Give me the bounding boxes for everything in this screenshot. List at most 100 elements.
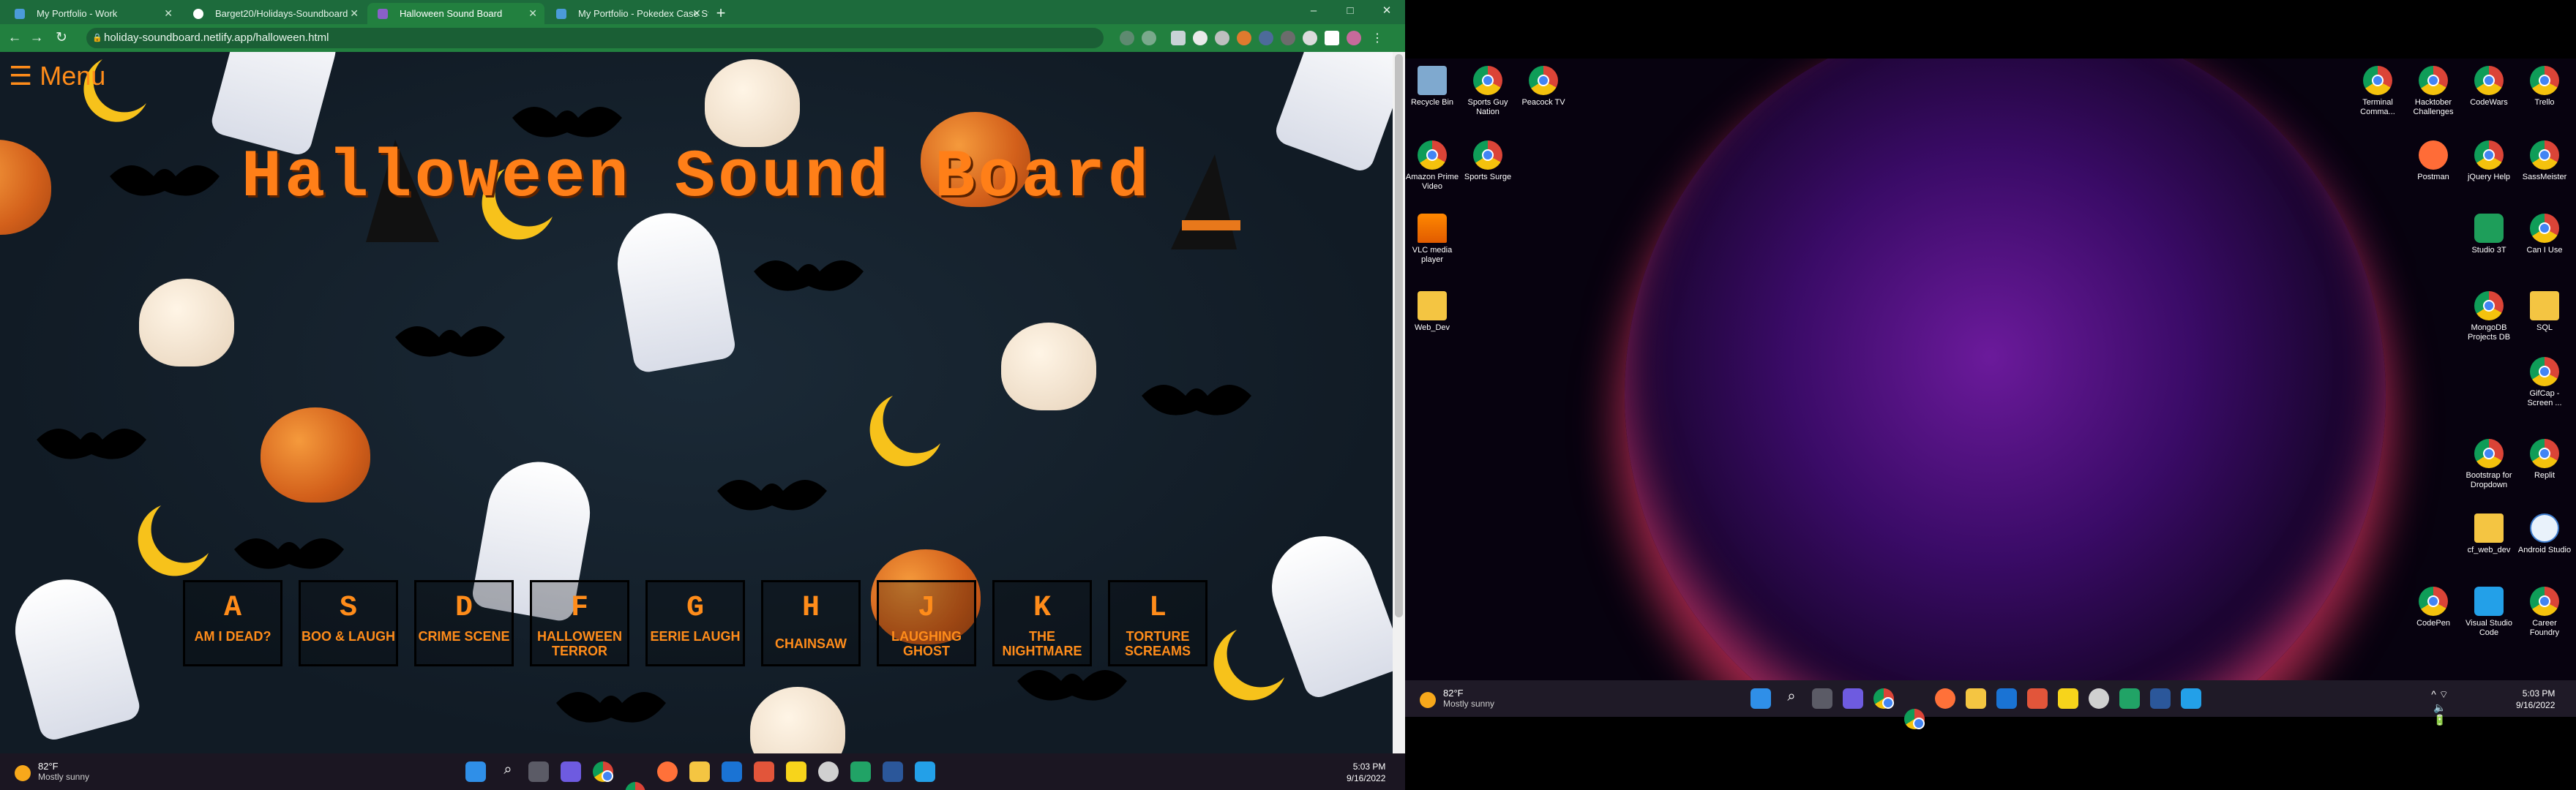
extension-icon[interactable]: [1215, 31, 1229, 45]
key-f-halloween-terror[interactable]: F Halloween Terror: [530, 580, 629, 666]
reload-icon[interactable]: ↻: [51, 28, 72, 48]
excel-icon[interactable]: [2119, 688, 2140, 709]
key-l-torture-screams[interactable]: L Torture Screams: [1108, 580, 1208, 666]
windows-start-icon[interactable]: [465, 761, 486, 782]
extension-icon[interactable]: [1259, 31, 1273, 45]
key-h-chainsaw[interactable]: H Chainsaw: [761, 580, 861, 666]
desktop-icon-web-dev[interactable]: Web_Dev: [1405, 291, 1459, 333]
desktop-icon-sports-surge[interactable]: Sports Surge: [1461, 140, 1515, 182]
task-view-icon[interactable]: [1812, 688, 1832, 709]
minimize-button[interactable]: –: [1295, 0, 1332, 24]
desktop-icon-replit[interactable]: Replit: [2517, 439, 2572, 481]
chrome-icon[interactable]: [1904, 709, 1925, 729]
extension-icon[interactable]: [1281, 31, 1295, 45]
scrollbar-thumb[interactable]: [1395, 54, 1403, 617]
system-clock[interactable]: 5:03 PM 9/16/2022: [1347, 761, 1385, 784]
desktop-icon-can-i-use[interactable]: Can I Use: [2517, 214, 2572, 255]
firefox-icon[interactable]: [657, 761, 678, 782]
search-icon[interactable]: ⌕: [498, 761, 518, 782]
tab-halloween-sound-board[interactable]: Halloween Sound Board ✕: [367, 3, 544, 24]
close-tab-icon[interactable]: ✕: [528, 3, 537, 24]
vscode-icon[interactable]: [915, 761, 935, 782]
desktop-icon-mongodb-projects-db[interactable]: MongoDB Projects DB: [2462, 291, 2516, 342]
desktop-icon-jquery-help[interactable]: jQuery Help: [2462, 140, 2516, 182]
key-k-the-nightmare[interactable]: K The Nightmare: [992, 580, 1092, 666]
desktop-icon-amazon-prime-video[interactable]: Amazon Prime Video: [1405, 140, 1459, 192]
windows-start-icon[interactable]: [1751, 688, 1771, 709]
tab-my-portfolio-work[interactable]: My Portfolio - Work ✕: [4, 3, 180, 24]
extension-icon[interactable]: [1171, 31, 1186, 45]
maximize-button[interactable]: □: [1332, 0, 1368, 24]
system-tray-icons[interactable]: ^ ⌔ 🔈 🔋: [2430, 688, 2450, 726]
desktop-icon-terminal-commands[interactable]: Recycle Bin Terminal Comma...: [2351, 66, 2405, 117]
key-s-boo-laugh[interactable]: S BOO & Laugh: [299, 580, 398, 666]
tab-github-repo[interactable]: Barget20/Holidays-Soundboard ✕: [183, 3, 366, 24]
desktop-icon-gifcap[interactable]: GifCap - Screen ...: [2517, 357, 2572, 408]
forward-arrow-icon[interactable]: →: [26, 28, 47, 48]
mail-icon[interactable]: [1996, 688, 2017, 709]
desktop-icon-android-studio[interactable]: Android Studio: [2517, 514, 2572, 555]
music-icon[interactable]: [2089, 688, 2109, 709]
word-icon[interactable]: [883, 761, 903, 782]
desktop-icon-trello[interactable]: Trello: [2517, 66, 2572, 108]
desktop-icon-hacktober-challenges[interactable]: Hacktober Challenges: [2406, 66, 2460, 117]
sticky-notes-icon[interactable]: [786, 761, 806, 782]
sticky-notes-icon[interactable]: [2058, 688, 2078, 709]
side-panel-icon[interactable]: [1325, 31, 1339, 45]
chrome-icon[interactable]: [625, 782, 645, 790]
tab-pokedex-case-study[interactable]: My Portfolio - Pokedex Case Stu ✕: [546, 3, 708, 24]
share-icon[interactable]: [1120, 31, 1134, 45]
profile-avatar-icon[interactable]: [1347, 31, 1361, 45]
desktop-icon-codepen[interactable]: CodePen: [2406, 587, 2460, 628]
desktop-icon-career-foundry[interactable]: Career Foundry: [2517, 587, 2572, 638]
new-tab-button[interactable]: +: [710, 3, 732, 24]
weather-widget[interactable]: 82°F Mostly sunny: [15, 761, 89, 782]
key-d-crime-scene[interactable]: D Crime Scene: [414, 580, 514, 666]
music-icon[interactable]: [818, 761, 839, 782]
word-icon[interactable]: [2150, 688, 2171, 709]
close-tab-icon[interactable]: ✕: [350, 3, 359, 24]
close-tab-icon[interactable]: ✕: [692, 3, 701, 24]
task-view-icon[interactable]: [528, 761, 549, 782]
desktop-icon-postman[interactable]: Postman: [2406, 140, 2460, 182]
key-g-eerie-laugh[interactable]: G Eerie Laugh: [645, 580, 745, 666]
more-menu-icon[interactable]: ⋮: [1370, 31, 1385, 45]
desktop-icon-cf-web-dev[interactable]: cf_web_dev: [2462, 514, 2516, 555]
system-clock[interactable]: 5:03 PM 9/16/2022: [2516, 688, 2555, 711]
desktop-icon-vlc[interactable]: VLC media player: [1405, 214, 1459, 265]
close-window-button[interactable]: ✕: [1368, 0, 1405, 24]
teams-chat-icon[interactable]: [561, 761, 581, 782]
photos-icon[interactable]: [2027, 688, 2048, 709]
desktop-icon-bootstrap-for-dropdown[interactable]: Bootstrap for Dropdown: [2462, 439, 2516, 490]
bookmark-star-icon[interactable]: [1142, 31, 1156, 45]
desktop-icon-recycle-bin[interactable]: Recycle Bin: [1405, 66, 1459, 108]
edge-icon[interactable]: [1873, 688, 1894, 709]
file-explorer-icon[interactable]: [689, 761, 710, 782]
key-j-laughing-ghost[interactable]: J Laughing Ghost: [877, 580, 976, 666]
desktop-icon-sassmeister[interactable]: SassMeister: [2517, 140, 2572, 182]
extensions-puzzle-icon[interactable]: [1303, 31, 1317, 45]
back-arrow-icon[interactable]: ←: [4, 28, 25, 48]
desktop-icon-sql[interactable]: SQL: [2517, 291, 2572, 333]
address-bar[interactable]: 🔒 holiday-soundboard.netlify.app/hallowe…: [86, 28, 1104, 48]
weather-widget[interactable]: 82°F Mostly sunny: [1420, 688, 1494, 709]
edge-icon[interactable]: [593, 761, 613, 782]
extension-icon[interactable]: [1193, 31, 1208, 45]
desktop-icon-visual-studio-code[interactable]: Visual Studio Code: [2462, 587, 2516, 638]
mail-icon[interactable]: [722, 761, 742, 782]
menu-button[interactable]: ☰ Menu: [9, 59, 105, 94]
desktop-icon-peacock-tv[interactable]: Peacock TV: [1516, 66, 1570, 108]
extension-icon[interactable]: [1237, 31, 1251, 45]
file-explorer-icon[interactable]: [1966, 688, 1986, 709]
desktop-icon-sports-guy-nation[interactable]: Sports Guy Nation: [1461, 66, 1515, 117]
vscode-icon[interactable]: [2181, 688, 2201, 709]
close-tab-icon[interactable]: ✕: [164, 3, 173, 24]
teams-chat-icon[interactable]: [1843, 688, 1863, 709]
firefox-icon[interactable]: [1935, 688, 1955, 709]
desktop-icon-codewars[interactable]: CodeWars: [2462, 66, 2516, 108]
search-icon[interactable]: ⌕: [1781, 688, 1802, 709]
photos-icon[interactable]: [754, 761, 774, 782]
key-a-am-i-dead[interactable]: A Am I Dead?: [183, 580, 282, 666]
desktop-icon-studio-3t[interactable]: Studio 3T: [2462, 214, 2516, 255]
excel-icon[interactable]: [850, 761, 871, 782]
